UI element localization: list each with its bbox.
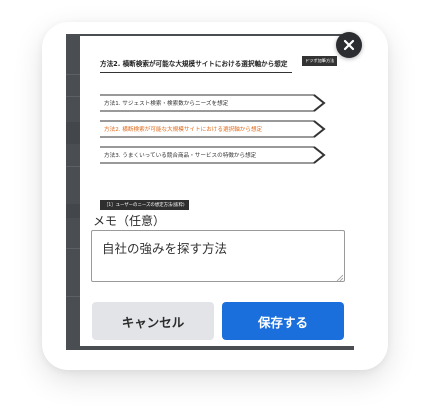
article-header: 方法2. 横断検索が可能な大規模サイトにおける選択軸から想定 ドツボ加筆方法 bbox=[92, 54, 342, 76]
method-item-3: 方法3. うまくいっている競合商品・サービスの特徴から想定 bbox=[100, 146, 326, 164]
article-tag: ドツボ加筆方法 bbox=[302, 56, 338, 66]
method-item-2: 方法2. 横断検索が可能な大規模サイトにおける選択軸から想定 bbox=[100, 120, 326, 138]
article-note: ［1］ユーザーのニーズの想定方法(抜粋) bbox=[100, 200, 189, 210]
article-underline bbox=[100, 72, 292, 73]
resize-handle-icon[interactable] bbox=[336, 274, 343, 281]
method-label: 方法3. うまくいっている競合商品・サービスの特徴から想定 bbox=[104, 153, 257, 159]
cancel-button[interactable]: キャンセル bbox=[92, 302, 214, 340]
article-image: 方法2. 横断検索が可能な大規模サイトにおける選択軸から想定 ドツボ加筆方法 方… bbox=[92, 54, 342, 210]
article-title: 方法2. 横断検索が可能な大規模サイトにおける選択軸から想定 bbox=[100, 60, 288, 68]
save-button[interactable]: 保存する bbox=[222, 302, 344, 340]
close-icon bbox=[343, 39, 355, 51]
method-label: 方法1. サジェスト検索・検索数からニーズを想定 bbox=[104, 101, 229, 107]
memo-modal: 方法2. 横断検索が可能な大規模サイトにおける選択軸から想定 ドツボ加筆方法 方… bbox=[80, 36, 358, 346]
method-label: 方法2. 横断検索が可能な大規模サイトにおける選択軸から想定 bbox=[104, 127, 263, 133]
memo-textarea[interactable]: 自社の強みを探す方法 bbox=[91, 230, 345, 282]
method-item-1: 方法1. サジェスト検索・検索数からニーズを想定 bbox=[100, 94, 326, 112]
screen: 方法2. 横断検索が可能な大規模サイトにおける選択軸から想定 ドツボ加筆方法 方… bbox=[0, 0, 430, 410]
memo-label: メモ（任意） bbox=[93, 214, 166, 228]
close-button[interactable] bbox=[336, 32, 362, 58]
